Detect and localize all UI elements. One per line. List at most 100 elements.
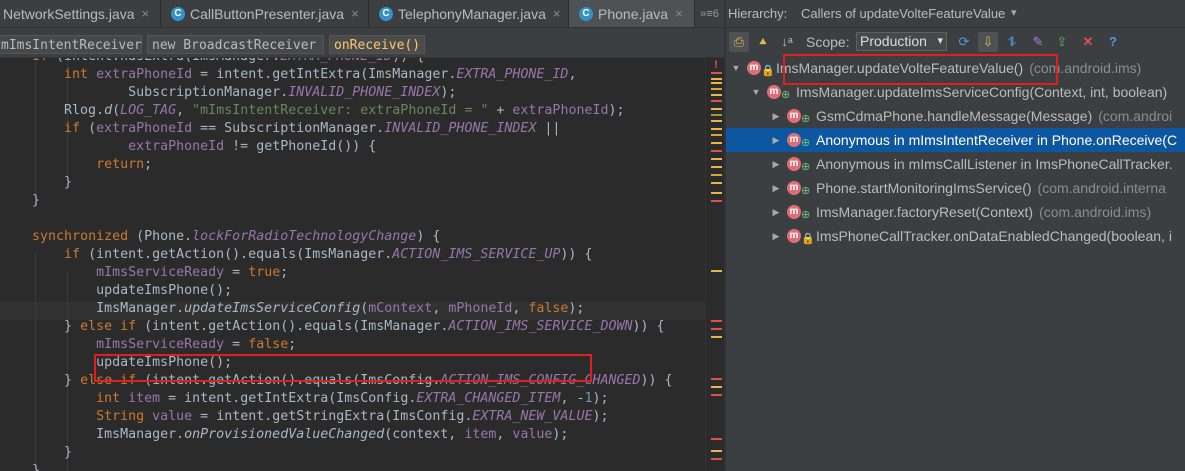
stripe-mark[interactable] [711, 128, 722, 130]
tab-telephonymanager[interactable]: C TelephonyManager.java × [369, 0, 569, 27]
stripe-mark[interactable] [711, 182, 722, 184]
stripe-mark[interactable] [711, 458, 722, 460]
stripe-mark[interactable] [711, 336, 722, 338]
code-editor[interactable]: if (intent.hasExtra(ImsManager.EXTRA_PHO… [0, 58, 705, 471]
code-line[interactable]: } [0, 462, 40, 471]
code-line[interactable]: return; [0, 156, 152, 174]
caller-hierarchy-icon[interactable]: ⯅ [753, 32, 773, 52]
code-line[interactable]: if (intent.hasExtra(ImsManager.EXTRA_PHO… [0, 58, 424, 66]
caller-tree-row[interactable]: ▶ m ⊕ Anonymous in mImsIntentReceiver in Ph… [726, 128, 1185, 152]
chevron-right-icon[interactable]: ▶ [770, 176, 782, 200]
error-stripe[interactable]: ! [705, 58, 725, 471]
stripe-mark[interactable] [711, 108, 722, 110]
code-line[interactable]: ImsManager.updateImsServiceConfig(mConte… [0, 300, 584, 318]
stripe-mark[interactable] [711, 158, 722, 160]
caller-tree-row[interactable]: ▶ m ⊕ ImsManager.factoryReset(Context) (com.… [726, 200, 1185, 224]
chevron-right-icon[interactable]: ▶ [770, 104, 782, 128]
stripe-mark[interactable] [711, 386, 722, 388]
code-line[interactable]: mImsServiceReady = true; [0, 264, 288, 282]
code-line[interactable]: } [0, 444, 72, 462]
stripe-mark[interactable] [711, 100, 722, 102]
method-signature: Anonymous in mImsIntentReceiver in Phone… [816, 132, 1178, 148]
caller-tree-row[interactable]: ▶ m 🔒 ImsPhoneCallTracker.onDataEnabledChan… [726, 224, 1185, 248]
stripe-mark[interactable] [711, 320, 722, 322]
code-line[interactable]: } [0, 174, 72, 192]
breadcrumb-item[interactable]: new BroadcastReceiver [147, 35, 324, 54]
tab-callbuttonpresenter[interactable]: C CallButtonPresenter.java × [161, 0, 369, 27]
code-line[interactable]: mImsServiceReady = false; [0, 336, 296, 354]
chevron-right-icon[interactable]: ▶ [770, 128, 782, 152]
code-line[interactable]: SubscriptionManager.INVALID_PHONE_INDEX)… [0, 84, 456, 102]
chevron-down-icon[interactable]: ▼ [750, 80, 762, 104]
method-signature: ImsManager.updateImsServiceConfig(Contex… [796, 84, 1168, 100]
code-line[interactable]: String value = intent.getStringExtra(Ims… [0, 408, 608, 426]
close-icon[interactable]: ✕ [1078, 32, 1098, 52]
breadcrumb-item-current[interactable]: onReceive() [329, 35, 425, 54]
close-icon[interactable]: × [351, 6, 359, 21]
stripe-mark[interactable] [711, 394, 722, 396]
stripe-mark[interactable] [711, 78, 722, 80]
chevron-right-icon[interactable]: ▶ [770, 224, 782, 248]
stripe-mark[interactable] [711, 192, 722, 194]
breadcrumb-item[interactable]: mImsIntentReceiver [0, 35, 142, 54]
pin-tab-icon[interactable]: ⎙ [729, 32, 749, 52]
code-line[interactable]: int extraPhoneId = intent.getIntExtra(Im… [0, 66, 576, 84]
method-signature: Anonymous in mImsCallListener in ImsPhon… [816, 156, 1173, 172]
stripe-mark[interactable] [711, 82, 722, 84]
stripe-mark[interactable] [711, 438, 722, 440]
method-icon: m [747, 61, 761, 75]
pin-icon[interactable]: ✎ [1028, 32, 1048, 52]
method-signature: ImsPhoneCallTracker.onDataEnabledChanged… [816, 228, 1172, 244]
code-line[interactable]: extraPhoneId != getPhoneId()) { [0, 138, 376, 156]
autoscroll-icon[interactable]: ⇩ [978, 32, 998, 52]
stripe-mark[interactable] [711, 378, 722, 380]
chevron-right-icon[interactable]: ▶ [770, 200, 782, 224]
caller-method-label: ImsPhoneCallTracker.onDataEnabledChanged… [816, 224, 1172, 248]
error-indicator-icon[interactable]: ! [710, 59, 722, 71]
code-line[interactable]: synchronized (Phone.lockForRadioTechnolo… [0, 228, 440, 246]
caller-tree-row[interactable]: ▶ m ⊕ Phone.startMonitoringImsService() (com… [726, 176, 1185, 200]
chevron-down-icon[interactable]: ▾ [1011, 0, 1017, 27]
sort-alpha-icon[interactable]: ↓ᵃ [777, 32, 797, 52]
code-line[interactable]: ImsManager.onProvisionedValueChanged(con… [0, 426, 568, 444]
tab-overflow-button[interactable]: »≡6 [695, 0, 724, 27]
method-icon: m [787, 205, 801, 219]
close-icon[interactable]: × [675, 6, 683, 21]
close-icon[interactable]: × [553, 6, 561, 21]
code-line[interactable]: if (intent.getAction().equals(ImsManager… [0, 246, 592, 264]
scope-label: Scope: [806, 34, 850, 50]
stripe-mark[interactable] [711, 328, 722, 330]
stripe-mark[interactable] [711, 270, 722, 272]
help-icon[interactable]: ? [1103, 32, 1123, 52]
code-line[interactable]: Rlog.d(LOG_TAG, "mImsIntentReceiver: ext… [0, 102, 624, 120]
code-line[interactable]: updateImsPhone(); [0, 282, 232, 300]
hierarchy-toolbar: ⎙ ⯅ ↓ᵃ Scope: Production ▾ ⟳ ⇩ ⥮ ✎ ⇪ ✕ ? [726, 28, 1185, 56]
stripe-mark[interactable] [711, 450, 722, 452]
caller-tree-row[interactable]: ▶ m ⊕ Anonymous in mImsCallListener in ImsP… [726, 152, 1185, 176]
code-line[interactable]: } else if (intent.getAction().equals(Ims… [0, 318, 664, 336]
code-line[interactable]: int item = intent.getIntExtra(ImsConfig.… [0, 390, 608, 408]
stripe-mark[interactable] [711, 72, 722, 74]
refresh-icon[interactable]: ⟳ [954, 32, 974, 52]
stripe-mark[interactable] [711, 88, 722, 90]
stripe-mark[interactable] [711, 120, 722, 122]
code-line[interactable]: if (extraPhoneId == SubscriptionManager.… [0, 120, 560, 138]
code-line[interactable]: } [0, 192, 40, 210]
chevron-right-icon[interactable]: ▶ [770, 152, 782, 176]
caller-tree-row[interactable]: ▶ m ⊕ GsmCdmaPhone.handleMessage(Message) (c… [726, 104, 1185, 128]
chevron-down-icon[interactable]: ▼ [730, 56, 742, 80]
stripe-mark[interactable] [711, 174, 722, 176]
scope-select[interactable]: Production ▾ [856, 32, 947, 51]
tab-networksettings[interactable]: NetworkSettings.java × [0, 0, 161, 27]
export-icon[interactable]: ⇪ [1052, 32, 1072, 52]
stripe-mark[interactable] [711, 150, 722, 152]
stripe-mark[interactable] [711, 142, 722, 144]
stripe-mark[interactable] [711, 166, 722, 168]
stripe-mark[interactable] [711, 114, 722, 116]
close-icon[interactable]: × [142, 6, 150, 21]
stripe-mark[interactable] [711, 200, 722, 202]
stripe-mark[interactable] [711, 134, 722, 136]
tab-phone[interactable]: C Phone.java × [569, 0, 695, 27]
stripe-mark[interactable] [711, 94, 722, 96]
expand-all-icon[interactable]: ⥮ [1002, 32, 1022, 52]
